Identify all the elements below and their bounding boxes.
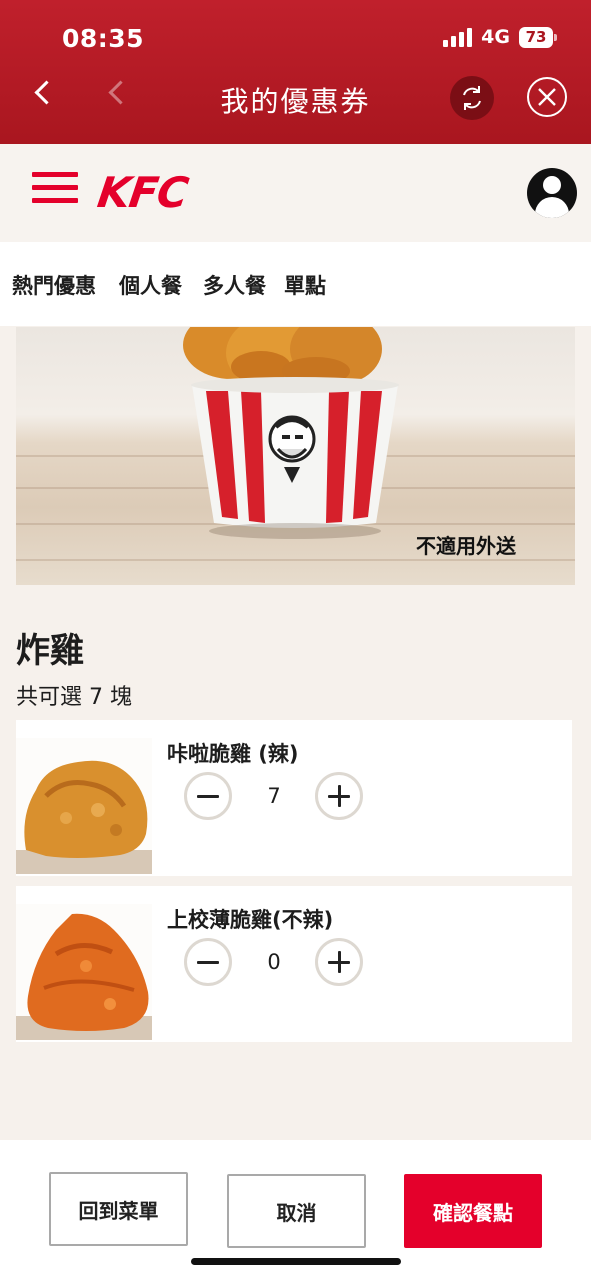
product-card: 上校薄脆雞(不辣) <box>16 886 572 1042</box>
refresh-button[interactable] <box>450 76 494 120</box>
spicy-crispy-chicken-image <box>16 738 152 874</box>
network-type: 4G <box>481 26 510 48</box>
item-name: 咔啦脆雞 (辣) <box>167 742 299 766</box>
refresh-icon <box>463 86 481 110</box>
tab-hot-deals[interactable]: 熱門優惠 <box>12 270 96 300</box>
status-indicators: 4G 73 <box>443 26 557 48</box>
decrease-button[interactable] <box>184 938 232 986</box>
site-header: KFC <box>0 144 591 242</box>
delivery-note: 不適用外送 <box>416 534 516 558</box>
decrease-button[interactable] <box>184 772 232 820</box>
increase-button[interactable] <box>315 772 363 820</box>
item-name: 上校薄脆雞(不辣) <box>167 908 334 932</box>
confirm-order-button[interactable]: 確認餐點 <box>404 1174 542 1248</box>
home-indicator[interactable] <box>191 1258 401 1265</box>
battery-icon: 73 <box>519 26 557 48</box>
selection-limit: 共可選 7 塊 <box>16 685 132 710</box>
page-title: 我的優惠券 <box>220 85 371 118</box>
menu-icon[interactable] <box>32 172 78 204</box>
item-quantity: 7 <box>267 784 281 808</box>
item-quantity: 0 <box>267 950 281 974</box>
product-card: 咔啦脆雞 (辣) <box>16 720 572 876</box>
close-icon <box>538 88 556 106</box>
top-bar: 08:35 4G 73 我的優惠券 <box>0 0 591 144</box>
account-icon[interactable] <box>527 168 577 218</box>
minus-icon <box>197 794 219 798</box>
increase-button[interactable] <box>315 938 363 986</box>
thin-crispy-chicken-image <box>16 904 152 1040</box>
kfc-logo[interactable]: KFC <box>95 168 191 217</box>
tab-a-la-carte[interactable]: 單點 <box>284 270 326 300</box>
signal-icon <box>443 27 473 47</box>
section-title: 炸雞 <box>16 631 84 671</box>
back-to-menu-button[interactable]: 回到菜單 <box>49 1172 188 1246</box>
tab-group-meal[interactable]: 多人餐 <box>203 270 266 300</box>
minus-icon <box>197 960 219 964</box>
close-button[interactable] <box>527 77 567 117</box>
tab-individual-meal[interactable]: 個人餐 <box>119 270 182 300</box>
battery-level: 73 <box>525 28 547 46</box>
cancel-button[interactable]: 取消 <box>227 1174 366 1248</box>
status-time: 08:35 <box>62 24 145 53</box>
